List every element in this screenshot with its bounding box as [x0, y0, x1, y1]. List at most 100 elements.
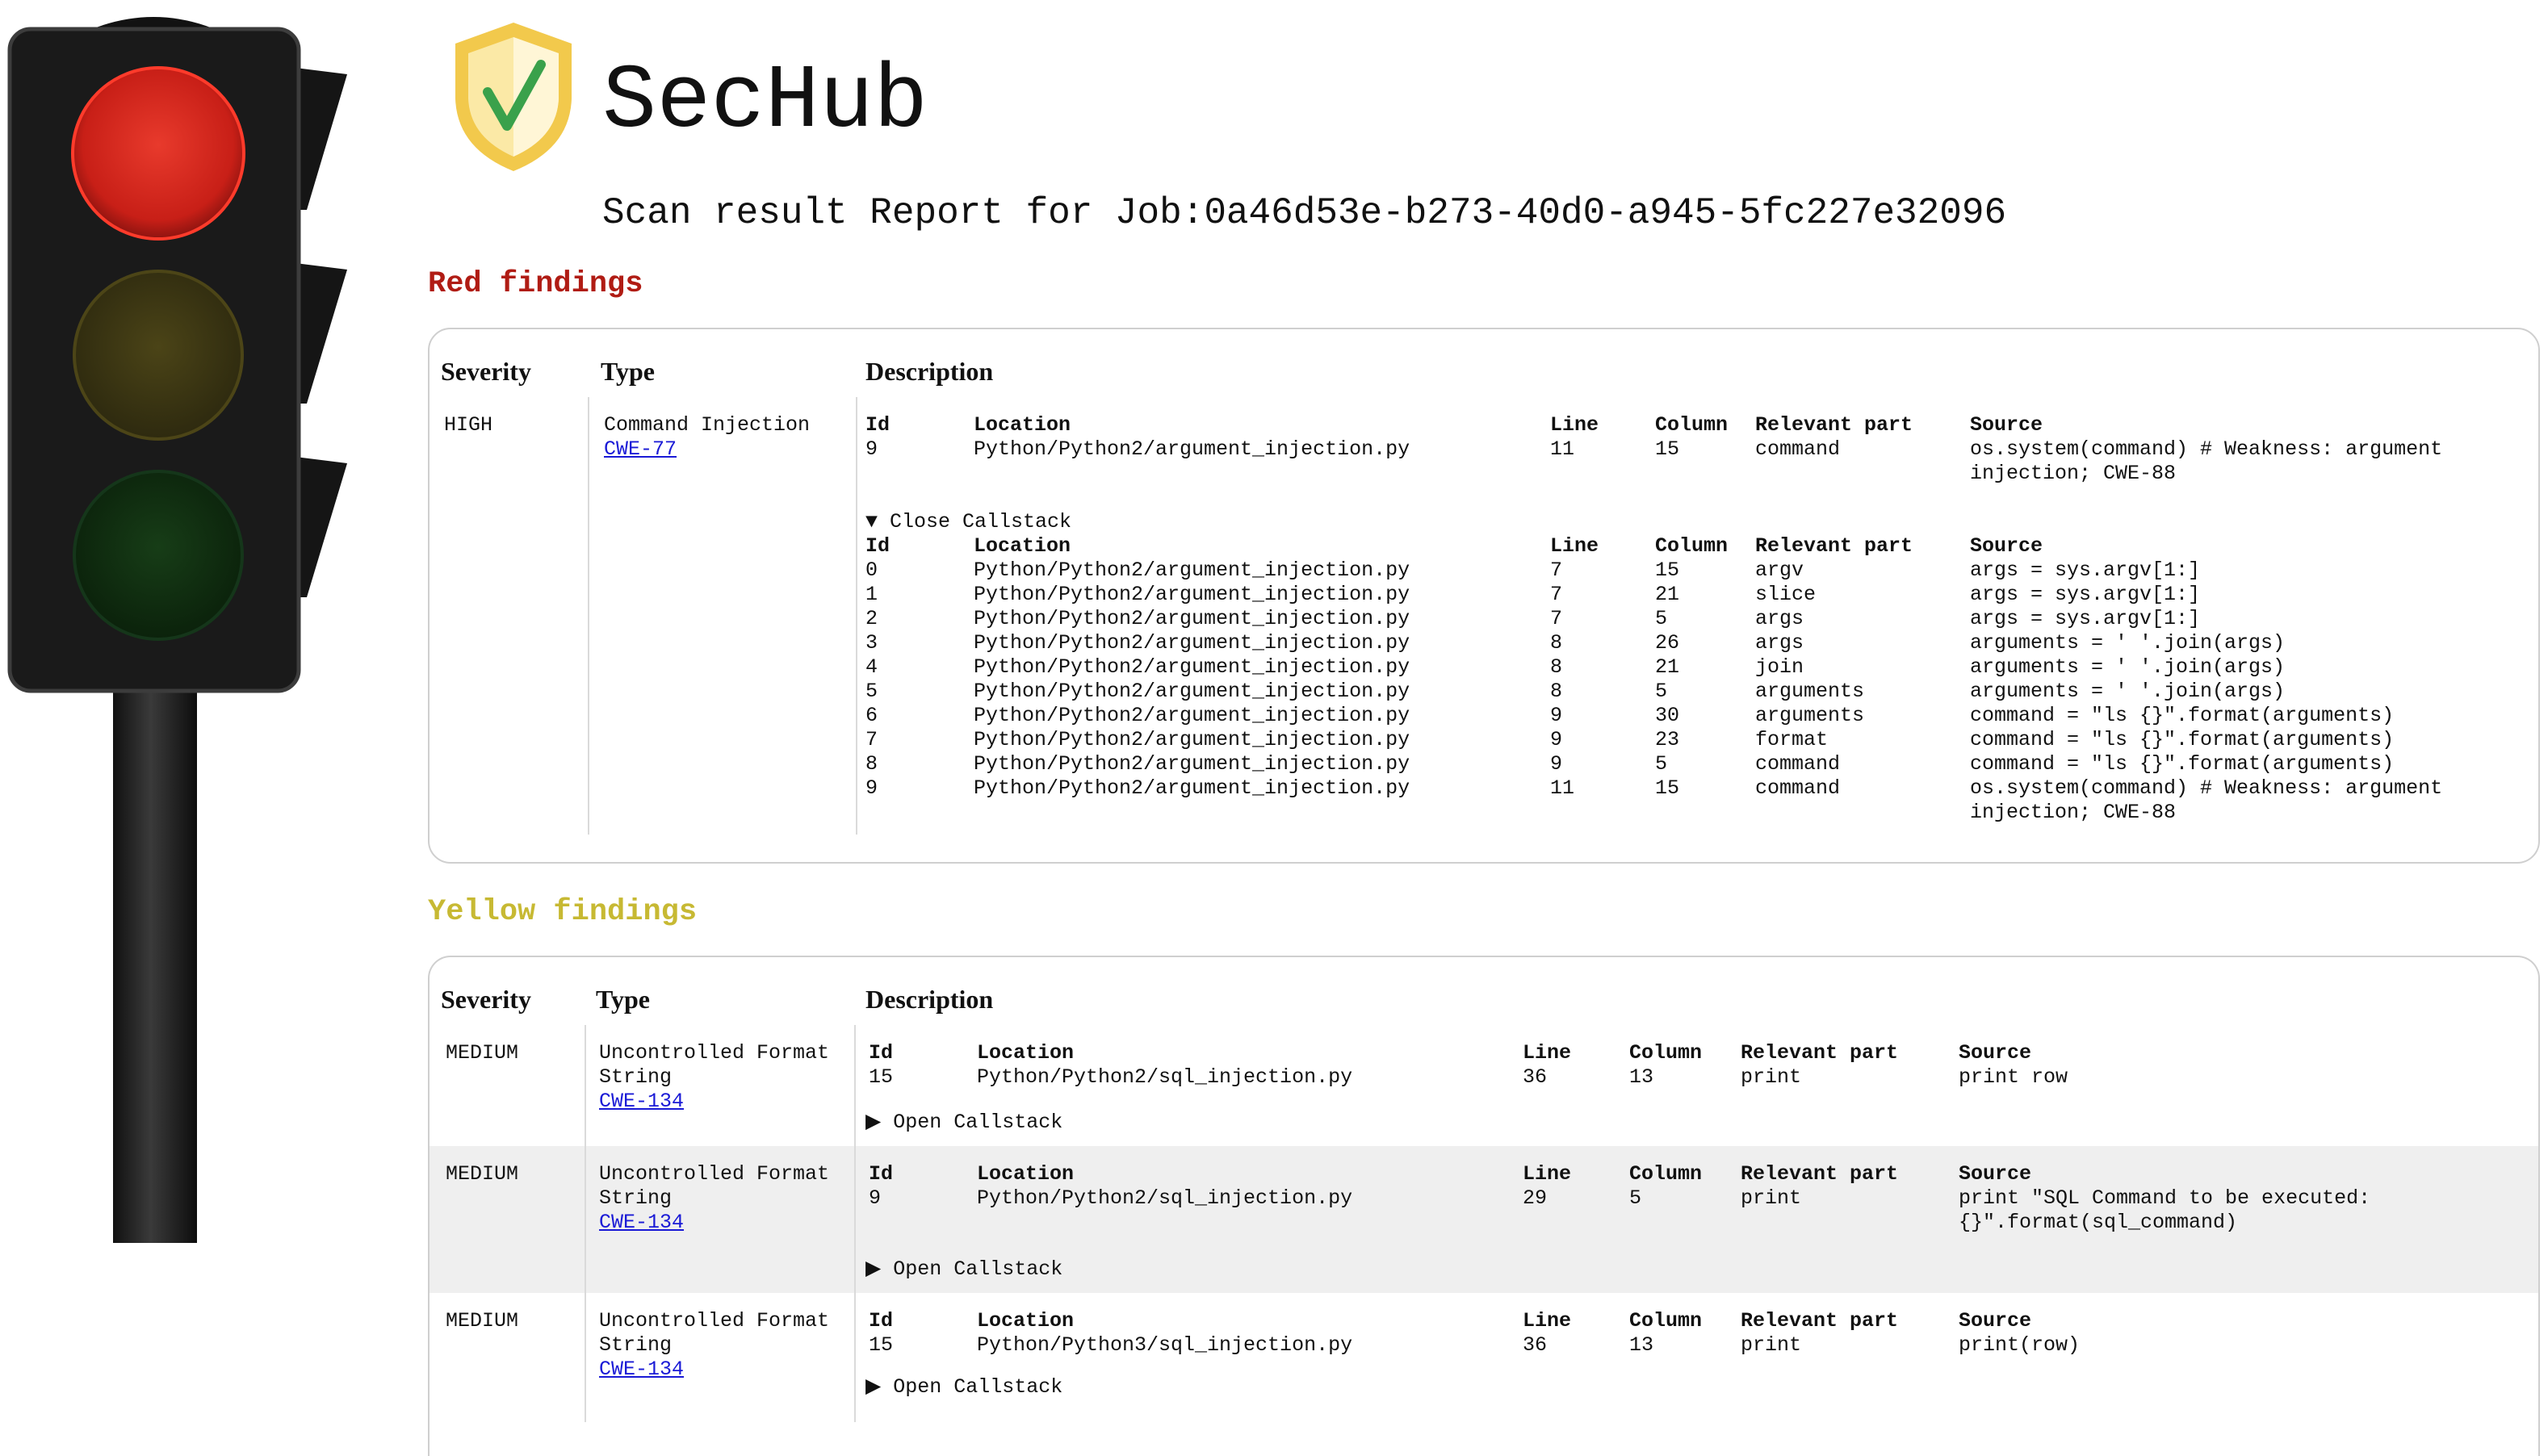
detail-header-column: Column — [1629, 1309, 1703, 1333]
callstack-line: 7 — [1550, 583, 1563, 606]
callstack-source: args = sys.argv[1:] — [1970, 607, 2201, 630]
detail-id: 15 — [869, 1333, 894, 1357]
detail-line: 36 — [1523, 1333, 1548, 1357]
detail-header-id: Id — [869, 1309, 894, 1333]
callstack-location: Python/Python2/argument_injection.py — [974, 655, 1410, 679]
callstack-header-line: Line — [1550, 534, 1599, 558]
callstack-id: 2 — [865, 607, 878, 630]
callstack-column: 5 — [1655, 607, 1668, 630]
callstack-header-id: Id — [865, 534, 891, 558]
callstack-column: 21 — [1655, 583, 1680, 606]
callstack-source: command = "ls {}".format(arguments) — [1970, 752, 2395, 776]
callstack-location: Python/Python2/argument_injection.py — [974, 583, 1410, 606]
callstack-id: 3 — [865, 631, 878, 655]
callstack-location: Python/Python2/argument_injection.py — [974, 631, 1410, 655]
callstack-id: 9 — [865, 776, 878, 800]
open-callstack-toggle[interactable]: ▶ Open Callstack — [865, 1257, 1062, 1282]
detail-relevant: print — [1741, 1065, 1802, 1089]
detail-header-location: Location — [977, 1162, 1075, 1186]
callstack-line: 11 — [1550, 776, 1575, 800]
callstack-line: 7 — [1550, 559, 1563, 582]
detail-relevant: command — [1755, 437, 1841, 461]
detail-header-location: Location — [977, 1041, 1075, 1065]
callstack-location: Python/Python2/argument_injection.py — [974, 680, 1410, 703]
callstack-relevant: command — [1755, 776, 1841, 800]
callstack-source: args = sys.argv[1:] — [1970, 583, 2201, 606]
callstack-line: 7 — [1550, 607, 1563, 630]
severity-cell: MEDIUM — [446, 1309, 519, 1333]
callstack-relevant: slice — [1755, 583, 1817, 606]
detail-header-id: Id — [869, 1041, 894, 1065]
open-callstack-toggle[interactable]: ▶ Open Callstack — [865, 1111, 1062, 1135]
callstack-column: 21 — [1655, 655, 1680, 679]
callstack-source: arguments = ' '.join(args) — [1970, 631, 2286, 655]
callstack-id: 8 — [865, 752, 878, 776]
callstack-column: 5 — [1655, 752, 1668, 776]
callstack-source: arguments = ' '.join(args) — [1970, 655, 2286, 679]
severity-cell: MEDIUM — [446, 1041, 519, 1065]
detail-header-id: Id — [869, 1162, 894, 1186]
type-column-header: Type — [596, 985, 650, 1014]
type-cell: Uncontrolled Format String — [599, 1162, 830, 1210]
open-callstack-toggle[interactable]: ▶ Open Callstack — [865, 1375, 1062, 1400]
detail-header-column: Column — [1629, 1041, 1703, 1065]
cwe-link[interactable]: CWE-134 — [599, 1211, 684, 1234]
callstack-line: 9 — [1550, 728, 1563, 751]
detail-column: 15 — [1655, 437, 1680, 461]
detail-header-relevant: Relevant part — [1741, 1309, 1899, 1333]
detail-header-relevant: Relevant part — [1755, 413, 1913, 437]
report-title: Scan result Report for Job:0a46d53e-b273… — [602, 192, 2007, 234]
callstack-location: Python/Python2/argument_injection.py — [974, 559, 1410, 582]
description-column-header: Description — [865, 985, 994, 1014]
callstack-column: 5 — [1655, 680, 1668, 703]
detail-header-source: Source — [1970, 413, 2043, 437]
detail-location: Python/Python3/sql_injection.py — [977, 1333, 1353, 1357]
callstack-column: 26 — [1655, 631, 1680, 655]
detail-header-line: Line — [1550, 413, 1599, 437]
detail-id: 9 — [865, 437, 878, 461]
callstack-header-relevant: Relevant part — [1755, 534, 1913, 558]
cwe-link[interactable]: CWE-134 — [599, 1358, 684, 1381]
detail-header-line: Line — [1523, 1162, 1572, 1186]
callstack-source: os.system(command) # Weakness: argument … — [1970, 776, 2443, 824]
callstack-relevant: args — [1755, 607, 1804, 630]
detail-header-location: Location — [977, 1309, 1075, 1333]
detail-source: os.system(command) # Weakness: argument … — [1970, 437, 2443, 485]
callstack-line: 9 — [1550, 752, 1563, 776]
close-callstack-toggle[interactable]: ▼ Close Callstack — [865, 510, 1071, 534]
callstack-id: 1 — [865, 583, 878, 606]
detail-id: 9 — [869, 1186, 882, 1210]
yellow-findings-heading: Yellow findings — [428, 895, 698, 929]
callstack-id: 0 — [865, 559, 878, 582]
shield-check-icon — [455, 23, 572, 171]
detail-header-line: Line — [1523, 1041, 1572, 1065]
detail-header-source: Source — [1959, 1041, 2032, 1065]
traffic-light-icon — [7, 17, 347, 1243]
callstack-location: Python/Python2/argument_injection.py — [974, 607, 1410, 630]
callstack-relevant: argv — [1755, 559, 1804, 582]
detail-header-relevant: Relevant part — [1741, 1041, 1899, 1065]
callstack-line: 8 — [1550, 655, 1563, 679]
detail-column: 5 — [1629, 1186, 1642, 1210]
callstack-line: 8 — [1550, 631, 1563, 655]
detail-header-id: Id — [865, 413, 891, 437]
detail-header-source: Source — [1959, 1162, 2032, 1186]
callstack-location: Python/Python2/argument_injection.py — [974, 704, 1410, 727]
yellow-findings-table: Severity Type Description MEDIUM Uncontro… — [428, 956, 2540, 1456]
detail-header-source: Source — [1959, 1309, 2032, 1333]
callstack-source: arguments = ' '.join(args) — [1970, 680, 2286, 703]
callstack-header-column: Column — [1655, 534, 1729, 558]
detail-source: print(row) — [1959, 1333, 2081, 1357]
callstack-relevant: arguments — [1755, 680, 1865, 703]
callstack-source: command = "ls {}".format(arguments) — [1970, 704, 2395, 727]
callstack-relevant: arguments — [1755, 704, 1865, 727]
detail-column: 13 — [1629, 1065, 1654, 1089]
detail-location: Python/Python2/argument_injection.py — [974, 437, 1410, 461]
cwe-link[interactable]: CWE-134 — [599, 1090, 684, 1113]
callstack-source: args = sys.argv[1:] — [1970, 559, 2201, 582]
cwe-link[interactable]: CWE-77 — [604, 437, 677, 461]
red-findings-heading: Red findings — [428, 267, 643, 301]
detail-id: 15 — [869, 1065, 894, 1089]
type-cell: Command Injection — [604, 413, 811, 437]
severity-cell: MEDIUM — [446, 1162, 519, 1186]
